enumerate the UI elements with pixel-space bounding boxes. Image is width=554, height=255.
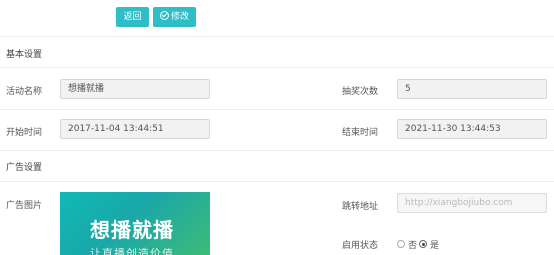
divider bbox=[0, 181, 554, 182]
section-title-ad: 广告设置 bbox=[6, 163, 43, 173]
back-button[interactable]: 返回 bbox=[116, 7, 149, 27]
ad-image-label: 广告图片 bbox=[6, 201, 43, 211]
draw-count-field[interactable]: 5 bbox=[397, 79, 547, 99]
divider bbox=[0, 67, 554, 68]
banner-subtitle: 让直播创造价值 bbox=[90, 247, 174, 255]
enable-status-label: 启用状态 bbox=[342, 241, 379, 251]
end-time-field[interactable]: 2021-11-30 13:44:53 bbox=[397, 119, 547, 139]
edit-button-label: 修改 bbox=[170, 12, 189, 22]
redirect-url-input[interactable]: http://xiangbojiubo.com bbox=[397, 193, 547, 213]
start-time-field[interactable]: 2017-11-04 13:44:51 bbox=[60, 119, 210, 139]
draw-count-label: 抽奖次数 bbox=[342, 87, 379, 97]
check-circle-icon bbox=[159, 11, 169, 20]
section-title-basic: 基本设置 bbox=[6, 50, 43, 60]
divider bbox=[0, 36, 554, 37]
divider bbox=[0, 150, 554, 151]
banner-title: 想播就播 bbox=[90, 218, 174, 242]
status-yes-label: 是 bbox=[430, 241, 440, 251]
status-no-label: 否 bbox=[408, 241, 418, 251]
activity-name-label: 活动名称 bbox=[6, 87, 43, 97]
redirect-url-label: 跳转地址 bbox=[342, 202, 379, 212]
start-time-label: 开始时间 bbox=[6, 128, 43, 138]
status-no-radio[interactable] bbox=[397, 240, 405, 248]
ad-banner-image[interactable]: 想播就播 让直播创造价值 bbox=[60, 192, 210, 255]
status-yes-radio[interactable] bbox=[419, 240, 427, 248]
end-time-label: 结束时间 bbox=[342, 128, 379, 138]
edit-button[interactable]: 修改 bbox=[153, 7, 196, 27]
activity-name-field[interactable]: 想播就播 bbox=[60, 79, 210, 99]
divider bbox=[0, 109, 554, 110]
